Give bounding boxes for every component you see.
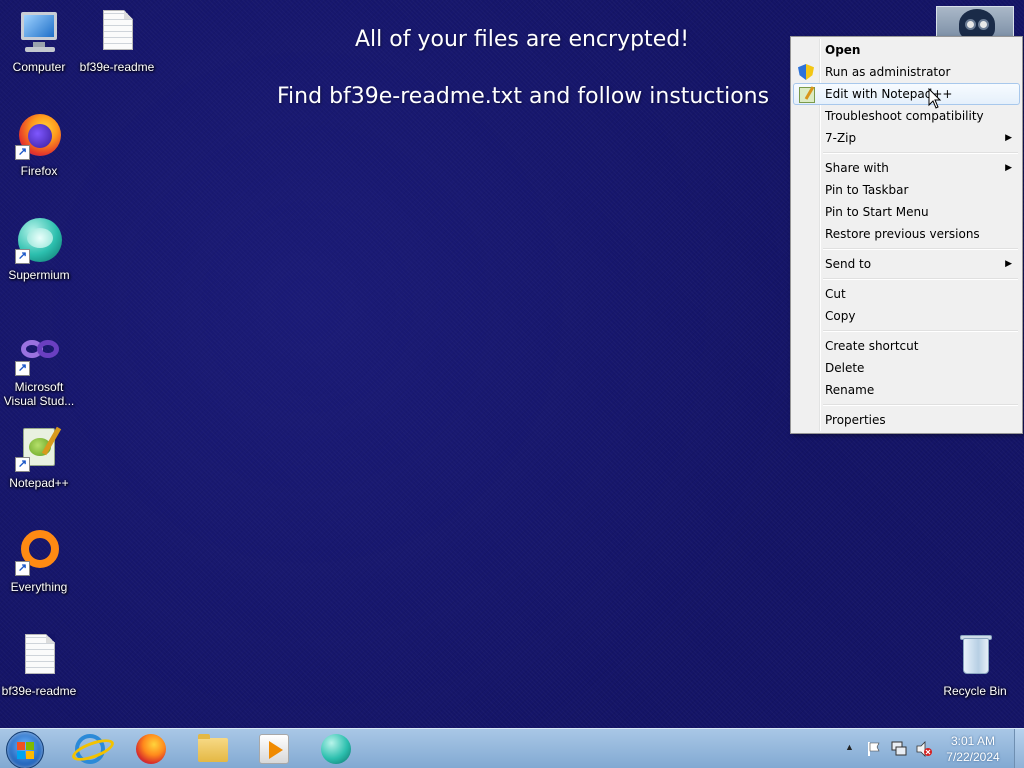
firefox-icon: ↗	[15, 112, 63, 160]
desktop-icon-firefox[interactable]: ↗ Firefox	[0, 112, 78, 178]
menu-item-restore-previous-versions[interactable]: Restore previous versions	[793, 223, 1020, 245]
start-button[interactable]	[6, 731, 44, 768]
volume-muted-icon[interactable]	[915, 741, 933, 757]
desktop-icon-computer[interactable]: Computer	[0, 8, 78, 74]
network-icon[interactable]	[890, 741, 908, 757]
menu-item-delete[interactable]: Delete	[793, 357, 1020, 379]
desktop-icon-label: Everything	[10, 580, 68, 594]
menu-item-edit-with-notepad-plus-plus[interactable]: Edit with Notepad++	[793, 83, 1020, 105]
desktop[interactable]: All of your files are encrypted! Find bf…	[0, 0, 1024, 728]
owl-avatar-icon	[959, 9, 995, 39]
menu-separator	[793, 245, 1020, 253]
clock-time: 3:01 AM	[950, 734, 996, 748]
shortcut-arrow-icon: ↗	[15, 249, 30, 264]
desktop-icon-supermium[interactable]: ↗ Supermium	[0, 216, 78, 282]
desktop-icon-label: bf39e-readme	[1, 684, 77, 698]
clock-date: 7/22/2024	[946, 750, 1000, 764]
taskbar-button-windows-media-player[interactable]	[246, 732, 302, 768]
shortcut-arrow-icon: ↗	[15, 145, 30, 160]
desktop-icon-readme-top[interactable]: bf39e-readme	[78, 8, 156, 74]
recycle-bin-icon	[951, 632, 999, 680]
supermium-icon: ↗	[15, 216, 63, 264]
firefox-icon	[136, 734, 166, 764]
desktop-icon-notepad-plus-plus[interactable]: ↗ Notepad++	[0, 424, 78, 490]
internet-explorer-icon	[75, 734, 105, 764]
everything-search-icon: ↗	[15, 528, 63, 576]
system-clock[interactable]: 3:01 AM 7/22/2024	[938, 733, 1008, 765]
desktop-icon-label: Supermium	[8, 268, 70, 282]
shortcut-arrow-icon: ↗	[15, 561, 30, 576]
show-desktop-button[interactable]	[1014, 729, 1024, 768]
submenu-arrow-icon: ▶	[1005, 259, 1012, 269]
desktop-icon-everything[interactable]: ↗ Everything	[0, 528, 78, 594]
notepad-plus-plus-icon	[799, 87, 815, 103]
taskbar: ▲ 3:01 AM 7/22/2024	[0, 728, 1024, 768]
desktop-icon-label: Computer	[12, 60, 66, 74]
windows-media-player-icon	[259, 734, 289, 764]
taskbar-button-internet-explorer[interactable]	[62, 732, 118, 768]
menu-item-copy[interactable]: Copy	[793, 305, 1020, 327]
menu-item-properties[interactable]: Properties	[793, 409, 1020, 431]
desktop-icon-label: bf39e-readme	[79, 60, 155, 74]
menu-item-cut[interactable]: Cut	[793, 283, 1020, 305]
menu-item-create-shortcut[interactable]: Create shortcut	[793, 335, 1020, 357]
computer-icon	[15, 8, 63, 56]
menu-separator	[793, 401, 1020, 409]
submenu-arrow-icon: ▶	[1005, 163, 1012, 173]
menu-item-send-to[interactable]: Send to ▶	[793, 253, 1020, 275]
desktop-icon-label: Firefox	[20, 164, 58, 178]
menu-item-pin-to-taskbar[interactable]: Pin to Taskbar	[793, 179, 1020, 201]
show-hidden-icons-arrow[interactable]: ▲	[845, 742, 854, 752]
user-picture-tile	[936, 6, 1014, 40]
desktop-icon-label: Recycle Bin	[943, 684, 1007, 698]
menu-item-rename[interactable]: Rename	[793, 379, 1020, 401]
windows-logo-icon	[17, 742, 35, 760]
menu-item-pin-to-start-menu[interactable]: Pin to Start Menu	[793, 201, 1020, 223]
supermium-icon	[321, 734, 351, 764]
taskbar-button-firefox[interactable]	[123, 732, 179, 768]
wallpaper-ransom-message-line2: Find bf39e-readme.txt and follow instuct…	[277, 84, 770, 109]
wallpaper-ransom-message-line1: All of your files are encrypted!	[355, 27, 690, 52]
menu-item-open[interactable]: Open	[793, 39, 1020, 61]
text-document-icon	[15, 632, 63, 680]
menu-item-troubleshoot-compatibility[interactable]: Troubleshoot compatibility	[793, 105, 1020, 127]
desktop-icon-visual-studio[interactable]: ↗ Microsoft Visual Stud...	[0, 328, 78, 408]
context-menu: Open Run as administrator Edit with Note…	[790, 36, 1023, 434]
visual-studio-icon: ↗	[15, 328, 63, 376]
menu-item-share-with[interactable]: Share with ▶	[793, 157, 1020, 179]
menu-item-7zip[interactable]: 7-Zip ▶	[793, 127, 1020, 149]
notepad-plus-plus-icon: ↗	[15, 424, 63, 472]
desktop-icon-readme-bottom[interactable]: bf39e-readme	[0, 632, 78, 698]
desktop-icon-label: Microsoft Visual Stud...	[3, 380, 75, 408]
taskbar-button-windows-explorer[interactable]	[185, 732, 241, 768]
desktop-icon-label: Notepad++	[9, 476, 69, 490]
menu-separator	[793, 149, 1020, 157]
desktop-icon-recycle-bin[interactable]: Recycle Bin	[936, 632, 1014, 698]
menu-item-run-as-administrator[interactable]: Run as administrator	[793, 61, 1020, 83]
text-document-icon	[93, 8, 141, 56]
mouse-pointer-icon	[928, 88, 942, 109]
taskbar-button-supermium[interactable]	[308, 732, 364, 768]
menu-separator	[793, 275, 1020, 283]
shortcut-arrow-icon: ↗	[15, 457, 30, 472]
action-center-flag-icon[interactable]	[866, 741, 882, 757]
submenu-arrow-icon: ▶	[1005, 133, 1012, 143]
windows-explorer-icon	[198, 734, 228, 762]
menu-separator	[793, 327, 1020, 335]
shortcut-arrow-icon: ↗	[15, 361, 30, 376]
uac-shield-icon	[798, 64, 814, 80]
